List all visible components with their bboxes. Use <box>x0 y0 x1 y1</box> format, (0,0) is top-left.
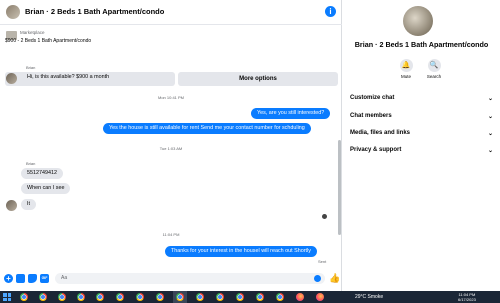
section-label: Privacy & support <box>350 147 402 153</box>
chrome-icon[interactable] <box>156 293 164 301</box>
thumbs-up-icon[interactable]: 👍 <box>329 273 340 284</box>
emoji-icon[interactable] <box>314 275 321 282</box>
mute-label: Mute <box>400 74 411 79</box>
chrome-icon[interactable] <box>216 293 224 301</box>
chrome-icon[interactable] <box>176 293 184 301</box>
photo-icon[interactable] <box>16 274 25 283</box>
section-chat-members[interactable]: Chat members ⌄ <box>350 113 495 120</box>
message-bubble[interactable]: 5512749412 <box>21 168 63 179</box>
chrome-icon[interactable] <box>136 293 144 301</box>
clock-date: 6/17/2023 <box>458 297 476 302</box>
listing-title[interactable]: $900 - 2 Beds 1 Bath Apartment/condo <box>5 38 91 44</box>
message-bubble[interactable]: It <box>21 199 36 210</box>
timestamp: Mon 10:41 PM <box>157 95 184 100</box>
timestamp: 11:04 PM <box>162 232 180 237</box>
firefox-icon[interactable] <box>316 293 324 301</box>
chrome-icon[interactable] <box>20 293 28 301</box>
search-label: Search <box>426 74 442 79</box>
plus-icon[interactable]: + <box>4 274 13 283</box>
message-bubble[interactable]: Yes, are you still interested? <box>251 108 331 119</box>
message-status: Sent <box>318 259 327 264</box>
windows-start-icon[interactable] <box>3 293 11 301</box>
search-icon: 🔍 <box>427 59 441 72</box>
info-icon[interactable]: i <box>325 6 336 17</box>
chrome-icon[interactable] <box>256 293 264 301</box>
message-list: Brian Hi, is this available? $900 a mont… <box>0 62 342 270</box>
mute-button[interactable]: 🔔 Mute <box>391 59 421 79</box>
section-privacy-support[interactable]: Privacy & support ⌄ <box>350 147 495 154</box>
chrome-icon[interactable] <box>96 293 104 301</box>
weather-widget[interactable]: 29°C Smoke <box>355 294 383 300</box>
conversation-info-pane: Brian · 2 Beds 1 Bath Apartment/condo 🔔 … <box>343 0 500 291</box>
composer: + GIF Aa 👍 <box>0 270 342 291</box>
section-label: Media, files and links <box>350 130 411 136</box>
message-bubble[interactable]: Thanks for your interest in the housel w… <box>165 246 317 257</box>
section-customize-chat[interactable]: Customize chat ⌄ <box>350 95 495 102</box>
marketplace-panel: Marketplace $900 - 2 Beds 1 Bath Apartme… <box>0 26 342 86</box>
clock[interactable]: 11:04 PM 6/17/2023 <box>458 292 476 302</box>
message-input[interactable]: Aa <box>55 273 325 284</box>
sticker-icon[interactable] <box>28 274 37 283</box>
marketplace-label: Marketplace <box>20 30 45 35</box>
chevron-down-icon: ⌄ <box>487 96 493 102</box>
avatar[interactable] <box>6 200 17 211</box>
chat-title[interactable]: Brian · 2 Beds 1 Bath Apartment/condo <box>25 7 164 16</box>
seen-indicator <box>322 214 327 219</box>
chevron-down-icon: ⌄ <box>487 114 493 120</box>
chat-header: Brian · 2 Beds 1 Bath Apartment/condo i <box>0 0 342 25</box>
bell-icon: 🔔 <box>399 59 413 72</box>
gif-icon[interactable]: GIF <box>40 274 49 283</box>
chevron-down-icon: ⌄ <box>487 148 493 154</box>
avatar[interactable] <box>6 73 17 84</box>
message-bubble[interactable]: When can I see <box>21 183 71 194</box>
firefox-icon[interactable] <box>296 293 304 301</box>
chrome-icon[interactable] <box>116 293 124 301</box>
section-media-files-links[interactable]: Media, files and links ⌄ <box>350 130 495 137</box>
section-label: Customize chat <box>350 95 395 101</box>
avatar[interactable] <box>6 5 20 19</box>
chevron-down-icon: ⌄ <box>487 131 493 137</box>
chat-pane: Brian · 2 Beds 1 Bath Apartment/condo i … <box>0 0 342 291</box>
conversation-title: Brian · 2 Beds 1 Bath Apartment/condo <box>354 40 489 49</box>
message-bubble[interactable]: Hi, is this available? $900 a month <box>21 72 116 83</box>
chrome-icon[interactable] <box>58 293 66 301</box>
sender-name: Brian <box>26 161 36 166</box>
timestamp: Tue 1:03 AM <box>159 146 183 151</box>
chrome-icon[interactable] <box>196 293 204 301</box>
chrome-icon[interactable] <box>39 293 47 301</box>
chrome-icon[interactable] <box>77 293 85 301</box>
chrome-icon[interactable] <box>236 293 244 301</box>
search-button[interactable]: 🔍 Search <box>419 59 449 79</box>
section-label: Chat members <box>350 113 392 119</box>
scrollbar[interactable] <box>338 140 341 235</box>
sender-name: Brian <box>26 65 36 70</box>
chrome-icon[interactable] <box>276 293 284 301</box>
message-bubble[interactable]: Yes the house is still available for ren… <box>103 123 311 134</box>
taskbar: 29°C Smoke 11:04 PM 6/17/2023 <box>0 291 500 303</box>
avatar[interactable] <box>403 6 433 36</box>
